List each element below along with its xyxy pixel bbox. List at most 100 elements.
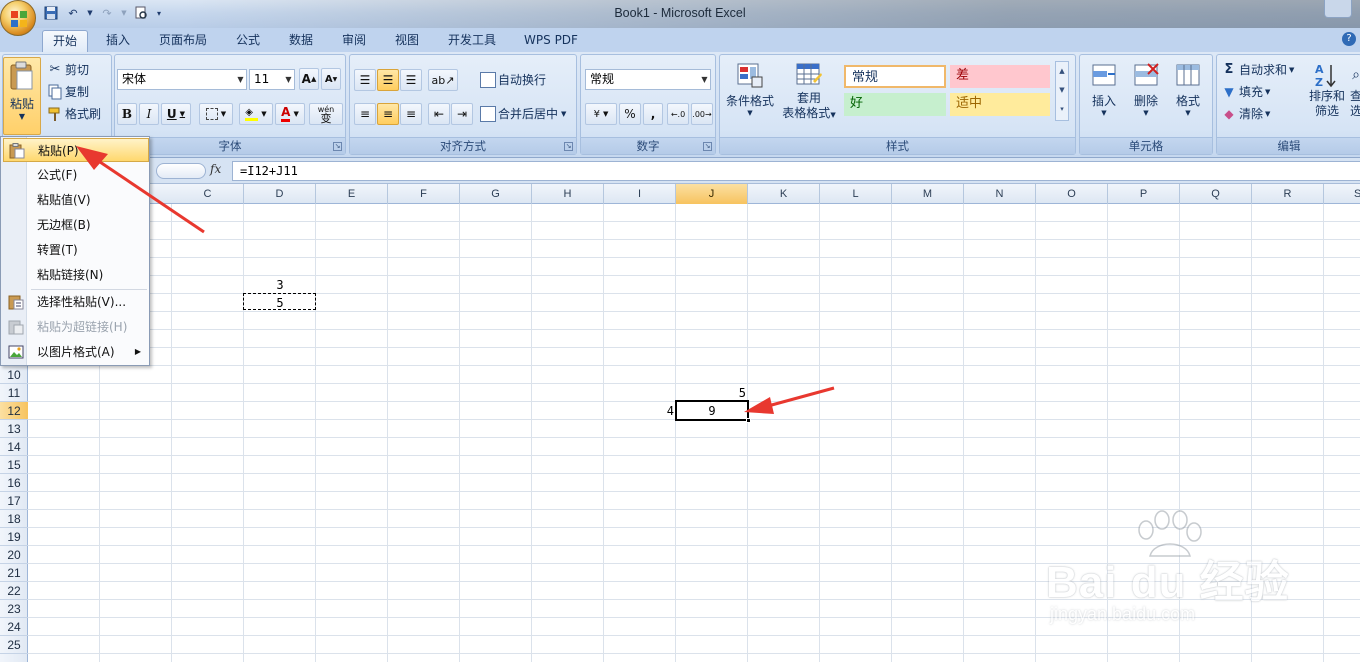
column-header[interactable]: Q [1180,184,1252,204]
percent-button[interactable]: % [619,103,641,125]
menu-item-paste-link[interactable]: 粘贴链接(N) [3,263,149,287]
cell-d-upper[interactable]: 3 [244,276,316,294]
column-header[interactable]: I [604,184,676,204]
style-bad[interactable]: 差 [950,65,1050,88]
align-top-button[interactable]: ☰ [354,69,376,91]
font-name-combo[interactable]: 宋体 ▼ [117,69,247,90]
format-as-table-button[interactable]: 套用 表格格式▼ [778,61,840,122]
align-left-button[interactable]: ≡ [354,103,376,125]
underline-button[interactable]: U ▼ [161,103,191,125]
cell-j12[interactable]: 9 [676,402,748,420]
increase-decimal-button[interactable]: ←.0 [667,103,689,125]
merge-center-button[interactable]: 合并后居中 ▼ [480,105,566,122]
row-header[interactable]: 22 [0,582,28,600]
clear-button[interactable]: ◆ 清除 ▼ [1221,105,1270,122]
font-color-button[interactable]: A ▼ [275,103,305,125]
row-header[interactable]: 20 [0,546,28,564]
row-header[interactable]: 24 [0,618,28,636]
bold-button[interactable]: B [117,103,137,125]
row-header[interactable]: 15 [0,456,28,474]
formula-input[interactable]: =I12+J11 [232,161,1360,181]
cut-button[interactable]: ✂ 剪切 [47,61,89,78]
tab-data[interactable]: 数据 [278,30,324,52]
menu-item-transpose[interactable]: 转置(T) [3,238,149,262]
menu-item-formulas[interactable]: 公式(F) [3,163,149,187]
menu-item-paste[interactable]: 粘贴(P) [3,138,149,162]
shrink-font-button[interactable]: A ▼ [321,68,341,90]
column-header[interactable]: L [820,184,892,204]
row-header[interactable]: 16 [0,474,28,492]
fill-color-button[interactable]: ◈ ▼ [239,103,273,125]
tab-formulas[interactable]: 公式 [226,30,270,52]
paste-button[interactable]: 粘贴 ▼ [3,57,41,135]
column-header[interactable]: E [316,184,388,204]
window-control-button[interactable] [1324,0,1352,18]
row-header-selected[interactable]: 12 [0,402,28,420]
sort-filter-button[interactable]: AZ 排序和 筛选 [1305,61,1349,118]
column-header[interactable]: O [1036,184,1108,204]
orientation-button[interactable]: ab↗ [428,69,458,91]
tab-developer[interactable]: 开发工具 [438,30,506,52]
column-header[interactable]: R [1252,184,1324,204]
row-header[interactable]: 23 [0,600,28,618]
decrease-indent-button[interactable]: ⇤ [428,103,450,125]
tab-wps-pdf[interactable]: WPS PDF [514,30,588,52]
row-header[interactable]: 21 [0,564,28,582]
style-neutral[interactable]: 适中 [950,93,1050,116]
column-header-selected[interactable]: J [676,184,748,204]
tab-review[interactable]: 审阅 [332,30,376,52]
row-header[interactable]: 25 [0,636,28,654]
insert-function-icon[interactable]: fx [210,162,221,176]
decrease-decimal-button[interactable]: .00→ [691,103,713,125]
grow-font-button[interactable]: A ▲ [299,68,319,90]
row-header[interactable]: 19 [0,528,28,546]
tab-insert[interactable]: 插入 [96,30,140,52]
style-normal[interactable]: 常规 [844,65,946,88]
menu-item-as-picture[interactable]: 以图片格式(A) ▶ [3,340,149,364]
alignment-dialog-launcher-icon[interactable]: ↘ [564,142,573,151]
menu-item-no-borders[interactable]: 无边框(B) [3,213,149,237]
tab-page-layout[interactable]: 页面布局 [148,30,218,52]
row-header[interactable]: 11 [0,384,28,402]
column-header[interactable]: G [460,184,532,204]
format-painter-button[interactable]: 格式刷 [47,105,101,122]
column-header[interactable]: F [388,184,460,204]
column-header[interactable]: D [244,184,316,204]
cell-i12[interactable]: 4 [604,402,674,420]
autosum-button[interactable]: Σ 自动求和 ▼ [1221,61,1295,78]
italic-button[interactable]: I [139,103,159,125]
format-cells-button[interactable]: 格式 ▼ [1168,61,1208,117]
conditional-format-button[interactable]: 条件格式 ▼ [724,61,776,117]
menu-item-paste-special[interactable]: 选择性粘贴(V)... [3,290,149,314]
row-header[interactable]: 10 [0,366,28,384]
help-icon[interactable]: ? [1342,32,1356,46]
row-header[interactable]: 17 [0,492,28,510]
number-dialog-launcher-icon[interactable]: ↘ [703,142,712,151]
fill-button[interactable]: ▼ 填充 ▼ [1221,83,1270,100]
tab-view[interactable]: 视图 [384,30,430,52]
increase-indent-button[interactable]: ⇥ [451,103,473,125]
style-good[interactable]: 好 [844,93,946,116]
formula-bar-expander[interactable] [156,163,206,179]
column-header[interactable]: C [172,184,244,204]
office-button[interactable] [0,0,36,36]
accounting-format-button[interactable]: ¥ ▼ [585,103,617,125]
column-header[interactable]: K [748,184,820,204]
insert-cells-button[interactable]: 插入 ▼ [1084,61,1124,117]
align-bottom-button[interactable]: ☰ [400,69,422,91]
column-header[interactable]: M [892,184,964,204]
styles-gallery-scroller[interactable]: ▲ ▼ ▾ [1055,61,1069,121]
find-select-button[interactable]: ⌕ 查 选 [1349,61,1360,118]
wrap-text-button[interactable]: 自动换行 [480,71,546,88]
column-header[interactable]: P [1108,184,1180,204]
copy-button[interactable]: 复制 [47,83,89,100]
row-header[interactable]: 13 [0,420,28,438]
align-middle-button[interactable]: ☰ [377,69,399,91]
cell-d-lower[interactable]: 5 [244,294,316,312]
font-size-combo[interactable]: 11 ▼ [249,69,295,90]
number-format-combo[interactable]: 常规 ▼ [585,69,711,90]
tab-home[interactable]: 开始 [42,30,88,52]
phonetic-button[interactable]: wén 变 [309,103,343,125]
row-header[interactable]: 18 [0,510,28,528]
column-header[interactable]: N [964,184,1036,204]
